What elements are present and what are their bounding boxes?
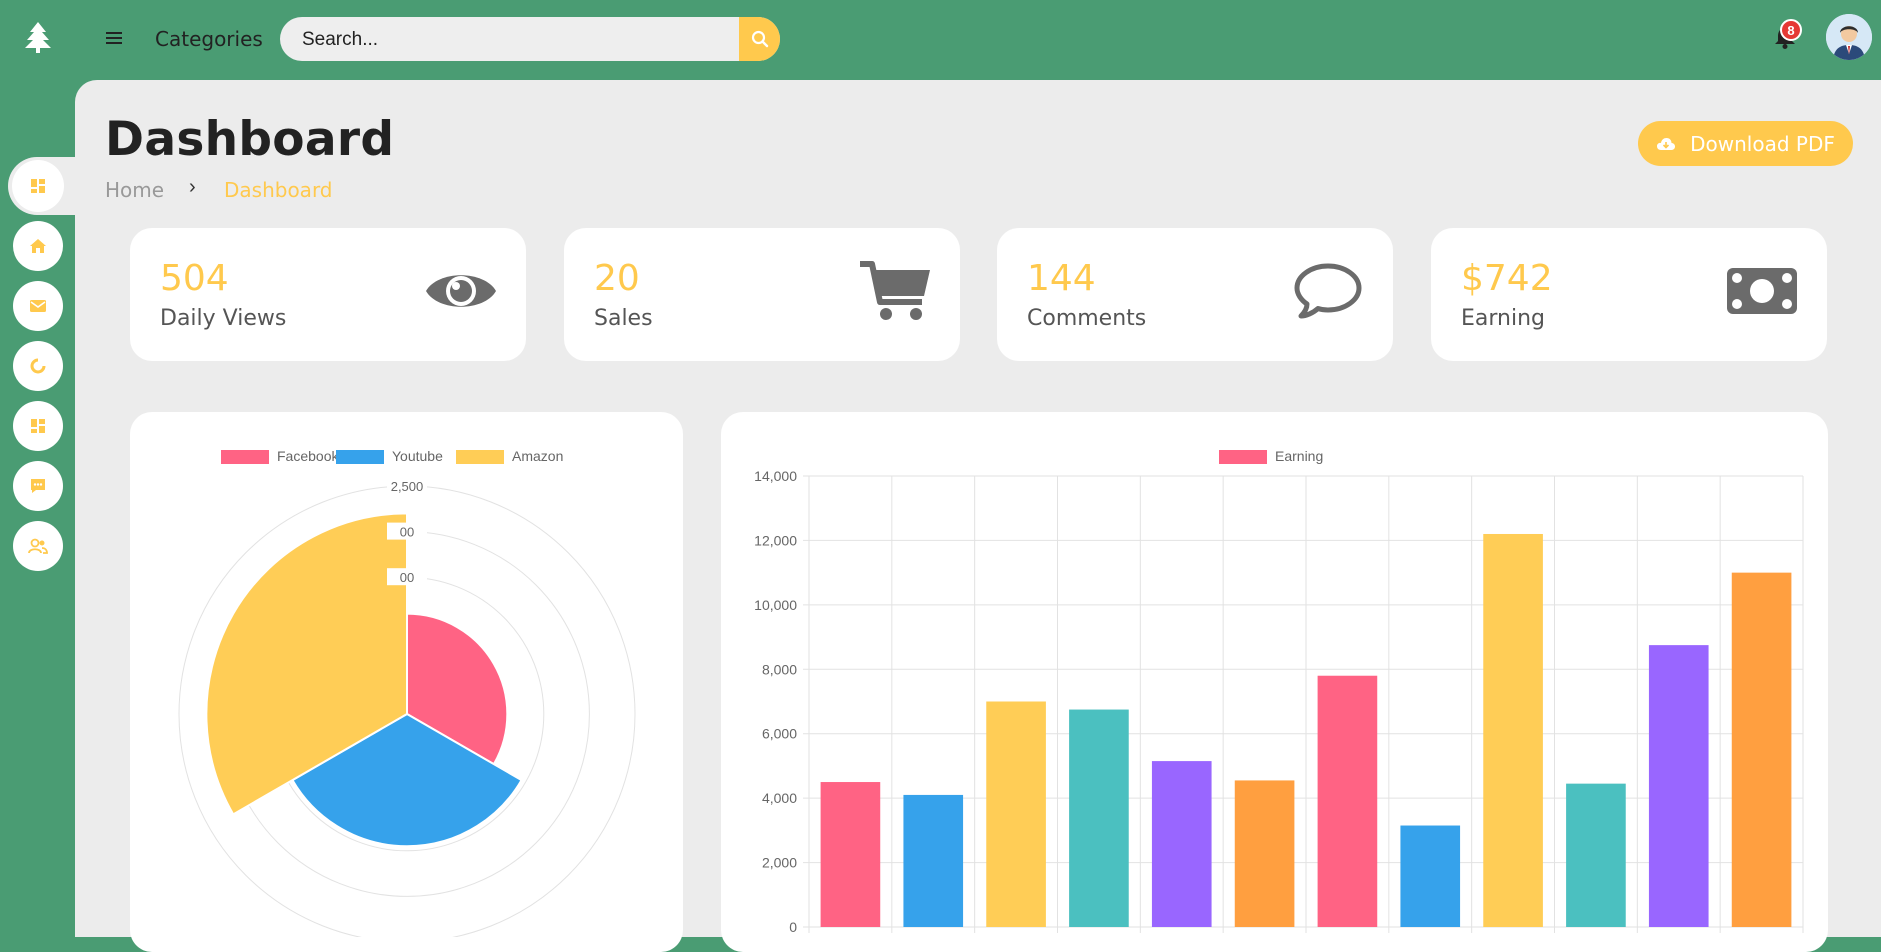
bar-chart-panel: Earning 0 2,000 4,000 6,000 8,000 10,000 12,000…	[721, 412, 1828, 952]
money-icon	[1727, 268, 1797, 314]
bar	[986, 701, 1046, 927]
search-button[interactable]	[739, 17, 780, 61]
bar	[1731, 572, 1792, 927]
dashboard-icon	[31, 179, 45, 193]
bar	[903, 794, 964, 927]
bar	[1317, 675, 1378, 927]
eye-icon	[426, 275, 496, 307]
sidebar-item-users[interactable]	[13, 521, 63, 571]
bar	[1069, 709, 1129, 927]
stat-value: 20	[594, 258, 640, 299]
search-icon	[751, 30, 768, 48]
categories-link[interactable]: Categories	[155, 27, 263, 51]
breadcrumb-separator: ›	[189, 176, 196, 198]
stat-card-comments: 144 Comments	[997, 228, 1393, 361]
bar	[1566, 783, 1626, 927]
y-tick-label: 2,000	[762, 855, 797, 871]
stat-label: Earning	[1461, 306, 1546, 331]
polar-tick-label: 2,500	[391, 479, 424, 494]
bar	[1151, 761, 1212, 927]
legend-label: Earning	[1275, 448, 1323, 464]
y-tick-label: 4,000	[762, 790, 797, 806]
search-bar	[280, 17, 780, 61]
stat-card-earning: $742 Earning	[1431, 228, 1827, 361]
bar	[1400, 825, 1461, 927]
sidebar-item-widgets[interactable]	[13, 401, 63, 451]
stat-value: $742	[1461, 258, 1553, 299]
notification-badge: 8	[1780, 19, 1802, 41]
legend-label: Amazon	[512, 448, 563, 464]
bar	[820, 782, 881, 927]
stat-card-sales: 20 Sales	[564, 228, 960, 361]
search-input[interactable]	[300, 17, 734, 61]
sidebar-item-charts[interactable]	[13, 341, 63, 391]
breadcrumb-home[interactable]: Home	[105, 178, 164, 202]
stat-label: Daily Views	[160, 306, 287, 331]
y-tick-label: 0	[789, 919, 797, 935]
tree-logo-icon[interactable]	[22, 20, 54, 54]
download-pdf-button[interactable]: Download PDF	[1638, 121, 1853, 166]
legend-swatch	[221, 450, 269, 464]
grid-icon	[31, 419, 45, 433]
stat-value: 144	[1027, 258, 1096, 299]
chat-icon	[31, 479, 45, 493]
legend-swatch	[456, 450, 504, 464]
polar-tick-label: 00	[400, 525, 414, 540]
sidebar-item-home[interactable]	[13, 221, 63, 271]
pie-chart-icon	[30, 358, 46, 374]
y-tick-label: 14,000	[754, 468, 797, 484]
stat-label: Sales	[594, 306, 653, 331]
bar	[1483, 533, 1543, 927]
bar-chart: Earning 0 2,000 4,000 6,000 8,000 10,000 12,000…	[754, 448, 1804, 935]
stat-value: 504	[160, 258, 229, 299]
y-tick-label: 6,000	[762, 726, 797, 742]
bar	[1234, 780, 1295, 927]
polar-area-chart: Facebook Youtube Amazon 2,500 00 00	[178, 448, 636, 943]
stat-card-daily-views: 504 Daily Views	[130, 228, 526, 361]
legend-swatch	[1219, 450, 1267, 464]
cloud-download-icon	[1657, 138, 1676, 150]
bar	[1648, 645, 1709, 927]
cart-icon	[860, 261, 930, 320]
polar-chart-panel: Facebook Youtube Amazon 2,500 00 00	[130, 412, 683, 952]
stat-label: Comments	[1027, 306, 1147, 331]
avatar-image	[1826, 14, 1872, 60]
users-icon	[28, 538, 48, 554]
legend-label: Facebook	[277, 448, 339, 464]
y-tick-label: 10,000	[754, 597, 797, 613]
legend-swatch	[336, 450, 384, 464]
home-icon	[30, 239, 46, 253]
download-pdf-label: Download PDF	[1690, 131, 1835, 156]
hamburger-menu-icon[interactable]	[106, 32, 122, 46]
sidebar-item-dashboard[interactable]	[8, 157, 75, 215]
polar-tick-label: 00	[400, 570, 414, 585]
legend-label: Youtube	[392, 448, 443, 464]
mail-icon	[30, 300, 46, 312]
user-avatar[interactable]	[1826, 14, 1872, 60]
comment-icon	[1294, 263, 1362, 319]
sidebar-item-messages[interactable]	[13, 461, 63, 511]
page-title: Dashboard	[105, 112, 395, 167]
breadcrumb-current: Dashboard	[224, 178, 333, 202]
y-tick-label: 8,000	[762, 661, 797, 677]
y-tick-label: 12,000	[754, 532, 797, 548]
sidebar-item-mail[interactable]	[13, 281, 63, 331]
